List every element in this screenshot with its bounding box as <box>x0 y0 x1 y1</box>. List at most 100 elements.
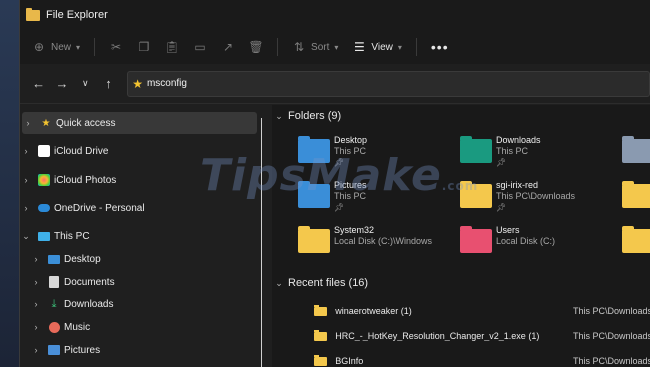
recent-locations-button[interactable]: ∨ <box>75 73 96 95</box>
title-bar: File Explorer <box>20 0 650 30</box>
pin-icon: 📌︎ <box>496 203 507 212</box>
folder-icon <box>314 304 328 316</box>
watermark-suffix: .com <box>441 179 479 193</box>
star-icon: ★ <box>132 76 143 91</box>
recent-file-location: This PC\Downloads <box>572 306 650 316</box>
chevron-down-icon: ⌄ <box>275 110 283 121</box>
documents-folder-icon <box>622 136 650 163</box>
new-button[interactable]: ⊕ New ▾ <box>32 40 80 54</box>
folder-tile-partial[interactable] <box>622 225 650 253</box>
chevron-down-icon[interactable]: ⌄ <box>20 231 32 242</box>
folder-icon <box>314 354 328 366</box>
chevron-right-icon[interactable]: › <box>30 345 42 355</box>
music-icon <box>48 321 60 333</box>
sidebar-item-icloud-drive[interactable]: › iCloud Drive <box>20 140 108 162</box>
pin-icon: 📌︎ <box>496 158 507 167</box>
sort-label: Sort <box>311 41 330 53</box>
recent-file-row[interactable]: BGInfo This PC\Downloads <box>272 351 650 367</box>
sidebar-item-pictures[interactable]: › Pictures <box>30 339 101 361</box>
cut-icon[interactable]: ✂ <box>109 40 123 54</box>
rename-icon[interactable]: ▭ <box>193 40 207 54</box>
pictures-icon <box>48 344 60 356</box>
folders-header-label: Folders (9) <box>288 110 342 122</box>
sidebar-item-onedrive[interactable]: › OneDrive - Personal <box>20 197 145 219</box>
toolbar-divider <box>277 38 279 56</box>
chevron-down-icon: ▾ <box>334 42 339 52</box>
sidebar-item-quick-access[interactable]: › ★ Quick access <box>22 112 257 134</box>
folder-location: This PC\Downloads <box>496 191 576 201</box>
up-button[interactable]: ↑ <box>98 73 119 95</box>
new-label: New <box>51 41 72 53</box>
sidebar-item-label: Desktop <box>64 253 101 265</box>
folder-tile-partial[interactable] <box>622 180 650 208</box>
sidebar-item-label: This PC <box>54 230 90 242</box>
address-bar[interactable]: ★ msconfig <box>127 70 650 97</box>
sidebar-item-label: Documents <box>64 276 115 288</box>
sort-button[interactable]: ⇅ Sort ▾ <box>292 40 338 54</box>
sidebar-item-downloads[interactable]: › ⤓ Downloads <box>30 293 114 315</box>
folder-location: Local Disk (C:)\Windows <box>334 236 433 246</box>
sort-icon: ⇅ <box>294 40 305 54</box>
delete-icon[interactable]: 🗑︎ <box>248 40 263 54</box>
recent-file-location: This PC\Downloads <box>572 331 650 341</box>
icloud-drive-icon <box>38 145 50 157</box>
recent-file-row[interactable]: HRC_-_HotKey_Resolution_Changer_v2_1.exe… <box>272 326 650 346</box>
folder-tile-users[interactable]: Users Local Disk (C:) <box>460 225 555 253</box>
more-options-button[interactable]: ••• <box>431 39 449 55</box>
sidebar-item-documents[interactable]: › Documents <box>30 271 115 293</box>
sidebar-item-this-pc[interactable]: ⌄ This PC <box>20 225 90 247</box>
sidebar-item-icloud-photos[interactable]: › iCloud Photos <box>20 169 116 191</box>
sidebar-item-music[interactable]: › Music <box>30 316 90 338</box>
folder-icon <box>622 181 650 208</box>
chevron-right-icon[interactable]: › <box>30 322 42 332</box>
chevron-down-icon: ▾ <box>397 42 402 52</box>
folder-tile-partial[interactable] <box>622 135 650 163</box>
forward-button[interactable]: → <box>51 73 72 95</box>
chevron-right-icon[interactable]: › <box>30 254 42 264</box>
chevron-right-icon[interactable]: › <box>30 277 42 287</box>
folder-location: This PC <box>496 146 529 156</box>
recent-files-section-header[interactable]: ⌄ Recent files (16) <box>272 277 368 289</box>
paste-icon[interactable]: 📋︎ <box>164 40 179 54</box>
chevron-right-icon[interactable]: › <box>22 118 34 128</box>
chevron-right-icon[interactable]: › <box>20 203 32 213</box>
folder-icon <box>622 226 650 253</box>
chevron-right-icon[interactable]: › <box>20 146 32 156</box>
folder-location: Local Disk (C:) <box>496 236 556 246</box>
sidebar-item-label: iCloud Drive <box>54 145 109 157</box>
recent-file-name: HRC_-_HotKey_Resolution_Changer_v2_1.exe… <box>335 331 540 341</box>
onedrive-cloud-icon <box>38 202 50 214</box>
folder-icon <box>314 329 328 341</box>
sidebar-item-desktop[interactable]: › Desktop <box>30 248 101 270</box>
folder-icon <box>26 7 40 21</box>
share-icon[interactable]: ↗ <box>221 40 235 54</box>
address-path: msconfig <box>146 78 187 89</box>
plus-circle-icon: ⊕ <box>33 40 45 54</box>
folders-section-header[interactable]: ⌄ Folders (9) <box>272 110 341 122</box>
icloud-photos-icon <box>38 174 50 186</box>
command-bar: ⊕ New ▾ ✂ ❐ 📋︎ ▭ ↗ 🗑︎ ⇅ Sort ▾ ☰ View ▾ … <box>20 30 650 64</box>
navigation-bar: ← → ∨ ↑ ★ msconfig <box>20 64 650 104</box>
content-pane: ⌄ Folders (9) Desktop This PC 📌︎ Downloa… <box>272 105 650 367</box>
folder-tile-system32[interactable]: System32 Local Disk (C:)\Windows <box>298 225 432 253</box>
chevron-down-icon: ⌄ <box>275 277 283 288</box>
star-icon: ★ <box>41 117 51 129</box>
recent-file-name: BGInfo <box>335 356 364 366</box>
copy-icon[interactable]: ❐ <box>137 40 151 54</box>
back-button[interactable]: ← <box>28 73 49 95</box>
sidebar-item-label: Music <box>64 321 91 333</box>
recent-file-name: winaerotweaker (1) <box>335 306 412 316</box>
view-button[interactable]: ☰ View ▾ <box>352 40 402 54</box>
navigation-pane: › ★ Quick access › iCloud Drive › iCloud… <box>20 105 270 367</box>
recent-file-row[interactable]: winaerotweaker (1) This PC\Downloads <box>272 301 650 321</box>
chevron-right-icon[interactable]: › <box>30 299 42 309</box>
monitor-icon <box>38 230 50 242</box>
toolbar-divider <box>415 38 417 56</box>
sidebar-item-label: Downloads <box>64 298 114 310</box>
watermark-text: TipsMake <box>200 150 442 201</box>
folder-name: Users <box>496 225 520 235</box>
documents-icon <box>48 276 60 288</box>
chevron-right-icon[interactable]: › <box>20 175 32 185</box>
users-folder-icon <box>460 226 492 253</box>
folder-name: sgi-irix-red <box>496 180 539 190</box>
